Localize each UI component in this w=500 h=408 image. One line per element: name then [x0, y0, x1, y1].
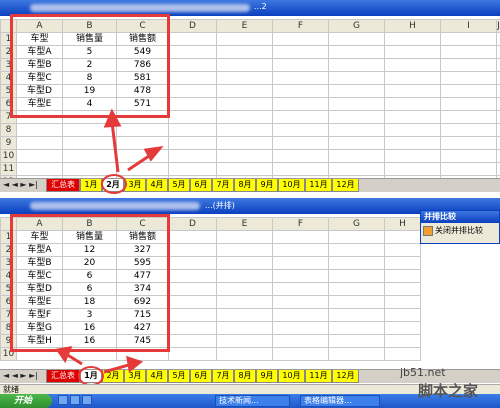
watermark-site: jb51.net	[400, 366, 446, 379]
annotation-arrows	[55, 108, 164, 374]
quicklaunch-icon[interactable]	[58, 395, 68, 405]
arrow-to-bottom-box-head	[55, 346, 73, 364]
arrow-to-top-box-line	[110, 121, 120, 173]
arrow-to-top-box-head	[103, 108, 122, 128]
taskbar-item[interactable]: 技术新闻...	[215, 395, 290, 407]
quicklaunch-icon[interactable]	[82, 395, 92, 405]
status-text: 就绪	[3, 385, 19, 394]
quicklaunch-icon[interactable]	[70, 395, 80, 405]
taskbar-item[interactable]: 表格编辑器...	[300, 395, 380, 407]
watermark-brand: 脚本之家	[418, 382, 479, 400]
start-button[interactable]: 开始	[0, 394, 52, 408]
arrow-right-head	[126, 355, 144, 373]
